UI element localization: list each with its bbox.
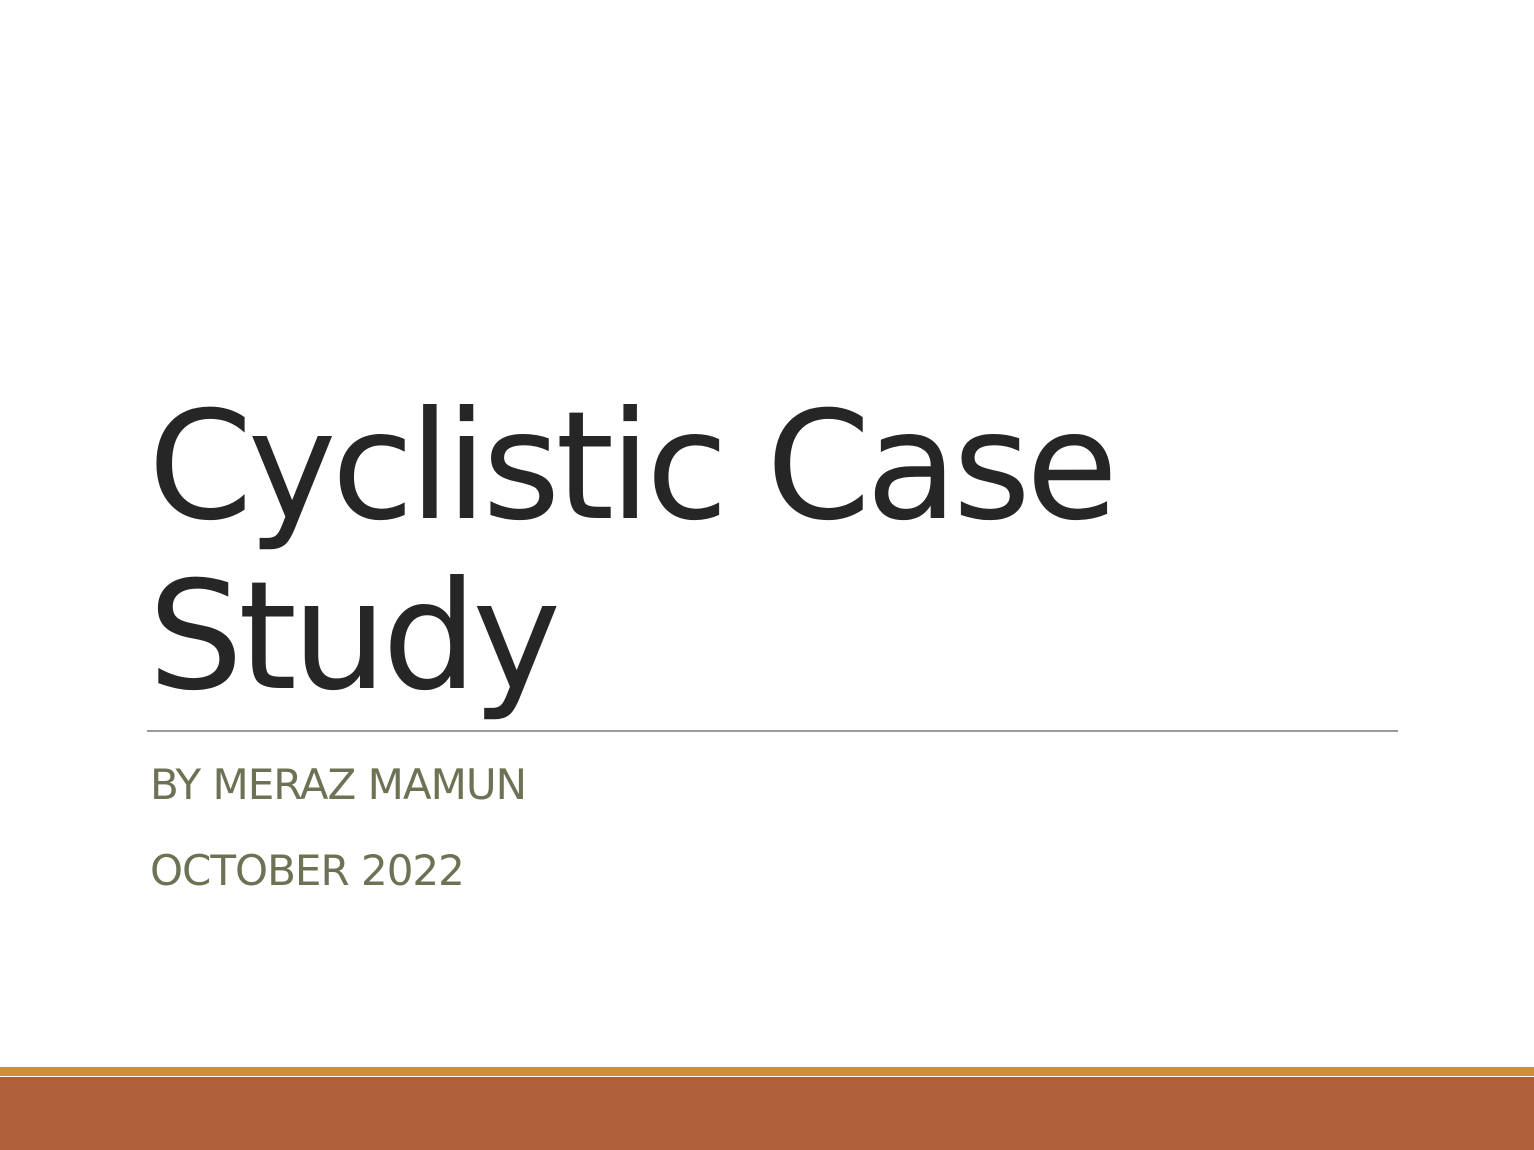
slide-title: Cyclistic Case Study — [148, 382, 1398, 722]
footer-accent-band — [0, 1077, 1534, 1150]
slide-title-line-1: Cyclistic Case — [148, 380, 1118, 554]
slide-title-line-2: Study — [148, 550, 561, 724]
slide-subtitle-author: BY MERAZ MAMUN — [150, 760, 527, 809]
title-slide: Cyclistic Case Study BY MERAZ MAMUN OCTO… — [0, 0, 1534, 1150]
title-divider — [147, 730, 1398, 732]
footer-accent-stripe — [0, 1067, 1534, 1076]
slide-subtitle-date: OCTOBER 2022 — [150, 846, 465, 895]
